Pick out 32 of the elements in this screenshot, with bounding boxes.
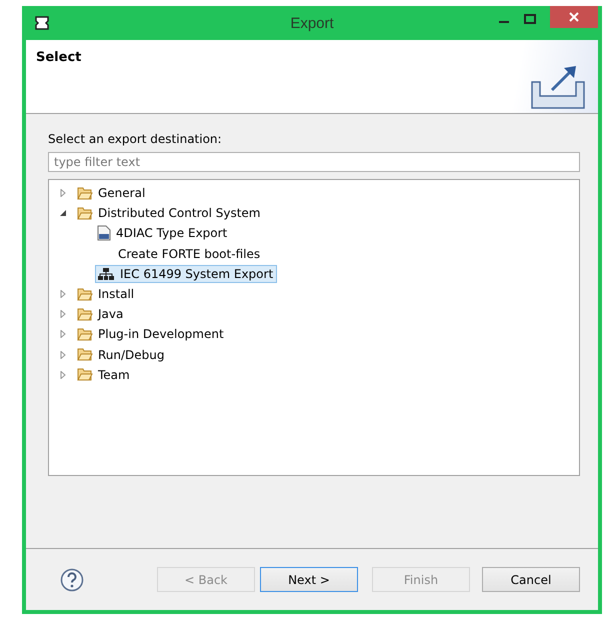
tree-item[interactable]: Install (75, 285, 138, 304)
dialog-button[interactable]: Next > (260, 567, 358, 592)
tree-item[interactable]: Create FORTE boot-files (95, 244, 264, 263)
tree-item[interactable]: Java (75, 305, 128, 324)
tree-item[interactable]: Plug-in Development (75, 325, 228, 344)
network-icon (97, 266, 115, 281)
page-title: Select (36, 50, 82, 66)
folder-icon (77, 186, 93, 200)
maximize-icon[interactable] (524, 14, 536, 24)
window-title: Export (289, 14, 335, 32)
tree-item[interactable]: Distributed Control System (75, 204, 264, 222)
help-icon[interactable] (60, 568, 84, 592)
binary-file-icon (97, 225, 111, 242)
folder-icon (77, 308, 93, 321)
close-button[interactable] (550, 6, 598, 28)
tree-item[interactable]: Team (75, 366, 134, 384)
filter-field[interactable]: type filter text (48, 152, 580, 172)
folder-icon (77, 206, 93, 220)
tree-item[interactable]: Run/Debug (75, 346, 169, 364)
export-icon (530, 64, 588, 112)
tree-item[interactable]: IEC 61499 System Export (95, 264, 278, 283)
tree-item[interactable]: General (75, 184, 150, 202)
expander-icon[interactable] (59, 209, 67, 218)
folder-icon (77, 348, 93, 362)
dialog-button[interactable]: Cancel (482, 567, 580, 592)
close-icon (569, 12, 579, 22)
tree-item[interactable]: 4DIAC Type Export (95, 223, 232, 244)
folder-icon (77, 328, 93, 341)
folder-icon (77, 288, 93, 301)
folder-icon (77, 368, 93, 382)
app-icon (34, 15, 50, 31)
prompt-label: Select an export destination: (48, 132, 222, 146)
